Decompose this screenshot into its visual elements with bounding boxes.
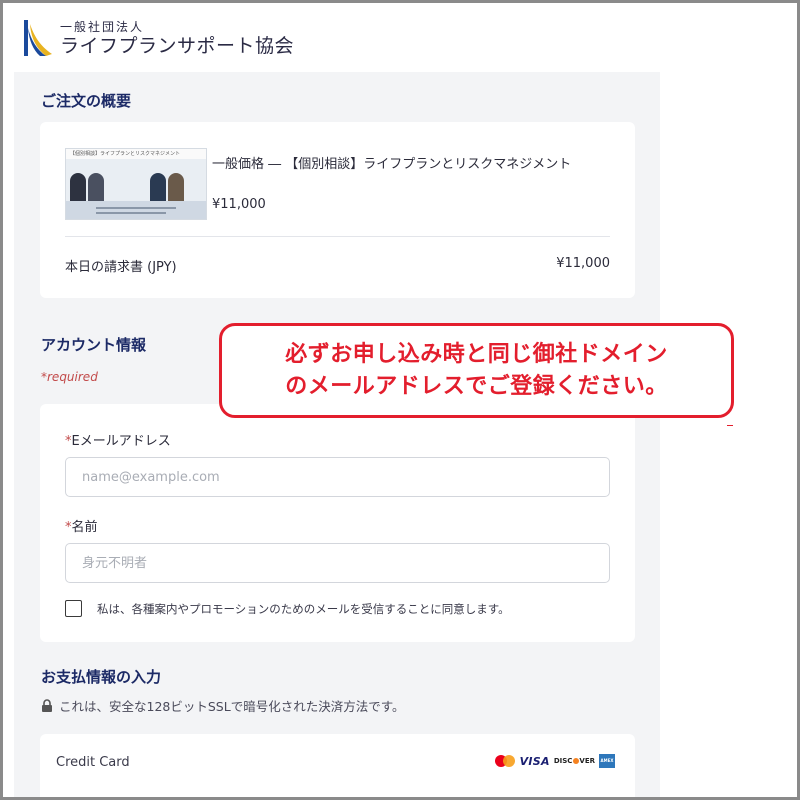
checkout-panel: ご注文の概要 【個別相談】ライフプランとリスクマネジメント 一般価格 ― 【個別… bbox=[14, 72, 660, 800]
thumbnail-person bbox=[70, 173, 86, 203]
logo-subtitle: 一般社団法人 bbox=[60, 20, 145, 34]
logo-title: ライフプランサポート協会 bbox=[60, 35, 295, 57]
site-header: 一般社団法人 ライフプランサポート協会 bbox=[22, 18, 294, 62]
mastercard-circle bbox=[502, 755, 515, 767]
credit-card-option[interactable]: Credit Card VISA DISC VER AMEX bbox=[40, 734, 635, 800]
amex-icon: AMEX bbox=[599, 754, 615, 768]
product-thumbnail: 【個別相談】ライフプランとリスクマネジメント bbox=[65, 148, 207, 220]
security-note: これは、安全な128ビットSSLで暗号化された決済方法です。 bbox=[41, 696, 404, 715]
lock-icon bbox=[42, 699, 52, 712]
thumbnail-person bbox=[168, 173, 184, 203]
discover-dot bbox=[572, 758, 579, 764]
email-label: *Eメールアドレス bbox=[65, 430, 171, 449]
callout-line-1: 必ずお申し込み時と同じ御社ドメイン bbox=[285, 341, 668, 367]
name-label-text: 名前 bbox=[71, 520, 98, 535]
product-price: ¥11,000 bbox=[212, 197, 266, 212]
account-info-card: *Eメールアドレス *名前 私は、各種案内やプロモーションのためのメールを受信す… bbox=[40, 404, 635, 642]
thumbnail-person bbox=[88, 173, 104, 203]
product-name: 一般価格 ― 【個別相談】ライフプランとリスクマネジメント bbox=[212, 157, 572, 172]
thumbnail-text-line bbox=[96, 207, 176, 209]
callout-line-2: のメールアドレスでご登録ください。 bbox=[285, 373, 668, 399]
thumbnail-person bbox=[150, 173, 166, 203]
discover-text-right: VER bbox=[579, 757, 595, 765]
payment-info-title: お支払情報の入力 bbox=[41, 668, 162, 686]
name-field[interactable] bbox=[65, 543, 610, 583]
payment-method-label: Credit Card bbox=[56, 755, 130, 770]
callout-pointer-mark bbox=[727, 425, 733, 426]
thumbnail-text-line bbox=[96, 212, 166, 214]
total-label: 本日の請求書 (JPY) bbox=[65, 260, 177, 275]
thumbnail-band bbox=[66, 201, 206, 219]
thumbnail-caption: 【個別相談】ライフプランとリスクマネジメント bbox=[66, 149, 206, 159]
security-note-text: これは、安全な128ビットSSLで暗号化された決済方法です。 bbox=[59, 699, 405, 714]
discover-text-left: DISC bbox=[553, 757, 573, 765]
consent-checkbox[interactable] bbox=[65, 600, 82, 617]
total-value: ¥11,000 bbox=[556, 256, 610, 271]
annotation-callout: 必ずお申し込み時と同じ御社ドメイン のメールアドレスでご登録ください。 bbox=[219, 323, 734, 418]
consent-label[interactable]: 私は、各種案内やプロモーションのためのメールを受信することに同意します。 bbox=[97, 601, 510, 617]
order-summary-title: ご注文の概要 bbox=[41, 92, 132, 110]
account-info-title: アカウント情報 bbox=[41, 336, 147, 354]
email-field[interactable] bbox=[65, 457, 610, 497]
logo-wordmark[interactable]: 一般社団法人 ライフプランサポート協会 bbox=[60, 18, 294, 58]
discover-icon: DISC VER bbox=[554, 757, 595, 765]
order-summary-card: 【個別相談】ライフプランとリスクマネジメント 一般価格 ― 【個別相談】ライフプ… bbox=[40, 122, 635, 298]
email-label-text: Eメールアドレス bbox=[71, 434, 171, 449]
card-brands: VISA DISC VER AMEX bbox=[494, 754, 615, 768]
required-note: *required bbox=[41, 370, 98, 384]
wave-logo-icon bbox=[24, 20, 52, 56]
mastercard-icon bbox=[494, 755, 515, 767]
summary-divider bbox=[65, 236, 610, 237]
name-label: *名前 bbox=[65, 516, 98, 535]
visa-icon: VISA bbox=[519, 754, 550, 768]
